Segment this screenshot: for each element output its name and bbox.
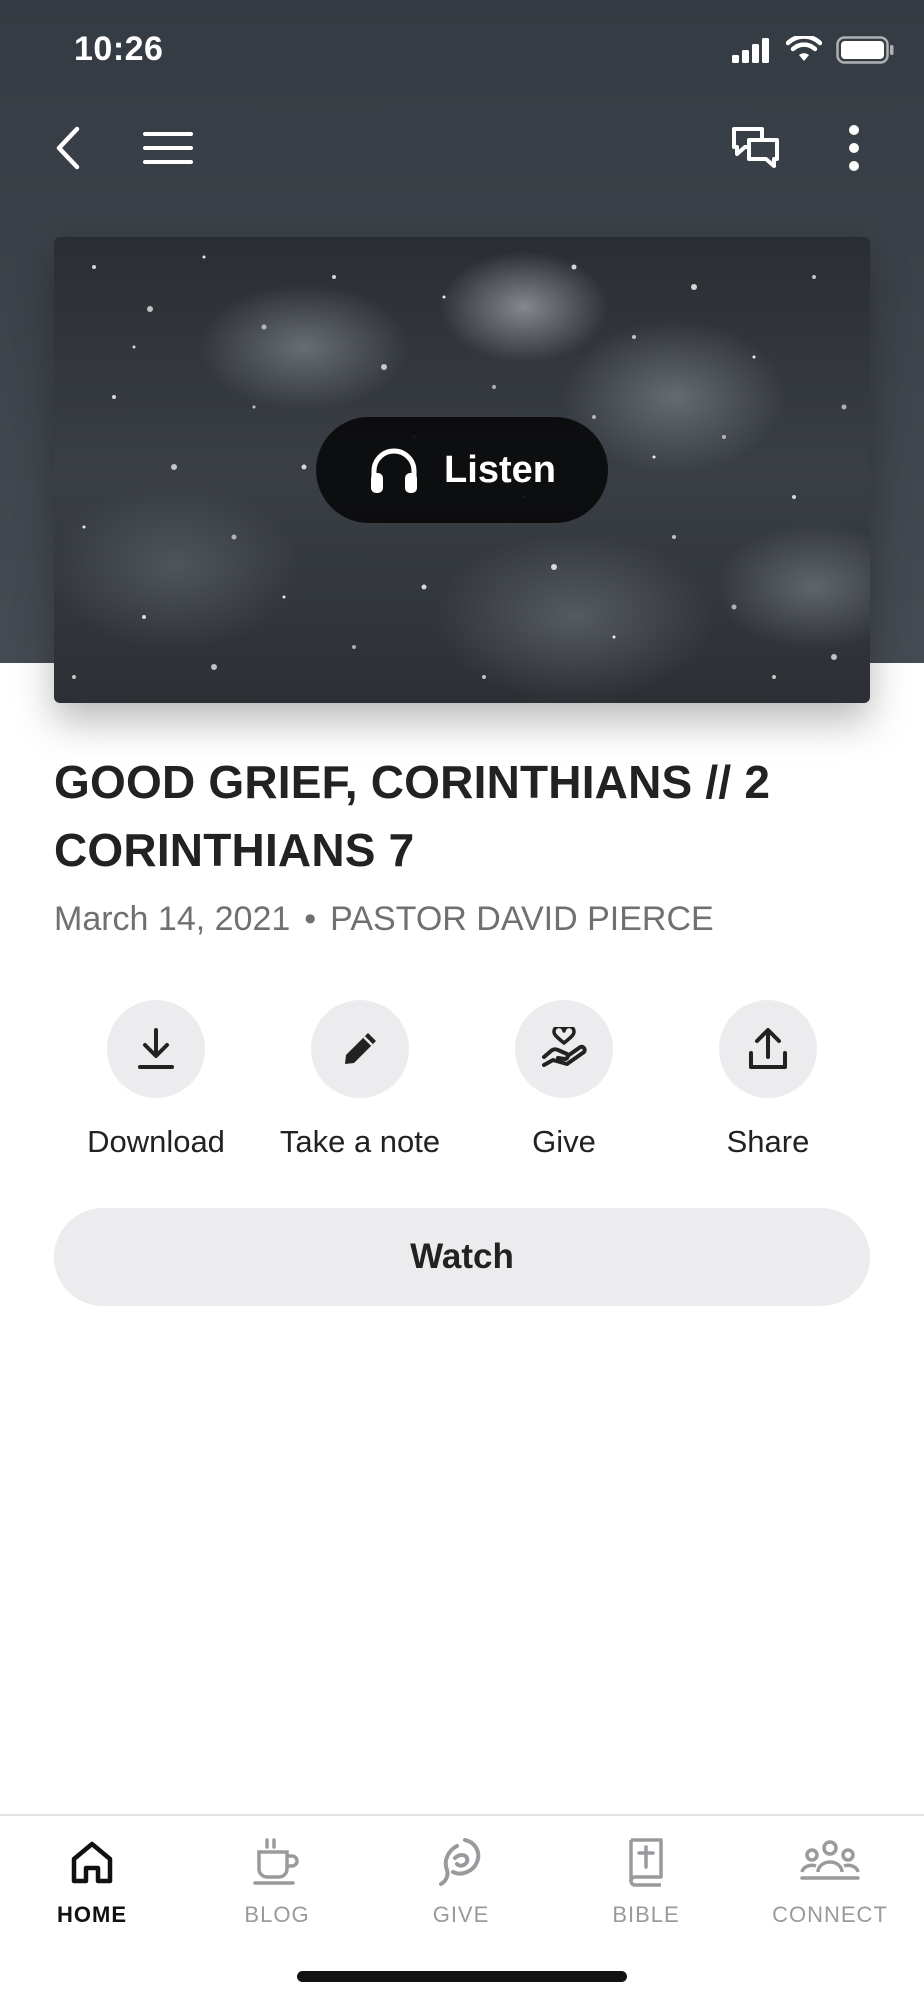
pencil-icon: [345, 1033, 376, 1064]
sermon-title: GOOD GRIEF, CORINTHIANS // 2 CORINTHIANS…: [54, 756, 771, 876]
tab-bible[interactable]: BIBLE: [554, 1834, 738, 1944]
top-navigation: [0, 110, 924, 186]
tab-connect-label: CONNECT: [772, 1902, 888, 1927]
status-icons: [732, 36, 894, 64]
give-button[interactable]: Give: [462, 1000, 666, 1170]
sermon-meta: March 14, 2021 • PASTOR DAVID PIERCE: [54, 900, 714, 939]
tab-bible-icon-wrap: [626, 1834, 666, 1890]
tab-home[interactable]: HOME: [0, 1834, 184, 1944]
watch-button[interactable]: Watch: [54, 1208, 870, 1306]
give-label: Give: [532, 1124, 596, 1159]
action-row: Download Take a note Give Share: [54, 1000, 870, 1170]
take-note-button[interactable]: Take a note: [258, 1000, 462, 1170]
hamburger-icon: [143, 132, 193, 164]
download-label: Download: [87, 1124, 225, 1159]
chat-button[interactable]: [718, 110, 794, 186]
coffee-cup-icon: [253, 1838, 299, 1885]
tab-blog-icon-wrap: [253, 1834, 301, 1890]
tab-home-icon-wrap: [70, 1834, 114, 1890]
battery-icon: [836, 36, 894, 64]
tab-connect-icon-wrap: [800, 1834, 860, 1890]
status-time: 10:26: [74, 30, 164, 68]
tab-give-label: GIVE: [432, 1902, 490, 1927]
sermon-date: March 14, 2021: [54, 900, 291, 938]
give-hand-icon: [439, 1838, 481, 1886]
tab-give[interactable]: GIVE: [369, 1834, 553, 1944]
give-circle: [515, 1000, 613, 1098]
more-options-button[interactable]: [816, 110, 892, 186]
sermon-artwork: Listen: [54, 237, 870, 703]
home-icon: [71, 1841, 113, 1884]
chat-bubbles-icon: [732, 127, 779, 168]
back-button[interactable]: [30, 110, 106, 186]
share-label: Share: [726, 1124, 810, 1159]
headphones-icon: [371, 448, 418, 493]
tab-connect[interactable]: CONNECT: [738, 1834, 922, 1944]
take-note-label: Take a note: [279, 1124, 441, 1159]
tab-give-icon-wrap: [437, 1834, 485, 1890]
tab-blog[interactable]: BLOG: [185, 1834, 369, 1944]
share-circle: [719, 1000, 817, 1098]
download-button[interactable]: Download: [54, 1000, 258, 1170]
bible-icon: [629, 1838, 663, 1887]
tab-blog-label: BLOG: [244, 1902, 310, 1927]
listen-label: Listen: [444, 448, 556, 491]
download-icon: [138, 1028, 174, 1069]
listen-button[interactable]: Listen: [316, 417, 608, 523]
share-icon: [749, 1028, 787, 1069]
home-indicator: [297, 1971, 627, 1982]
status-bar: 10:26: [0, 0, 924, 100]
note-circle: [311, 1000, 409, 1098]
tab-bible-label: BIBLE: [612, 1902, 680, 1927]
wifi-icon: [786, 36, 822, 61]
chevron-left-icon: [56, 126, 80, 170]
download-circle: [107, 1000, 205, 1098]
people-group-icon: [800, 1840, 860, 1880]
cellular-signal-icon: [732, 38, 769, 63]
sermon-speaker: PASTOR DAVID PIERCE: [330, 900, 714, 938]
menu-button[interactable]: [130, 110, 206, 186]
tab-home-label: HOME: [57, 1902, 127, 1927]
share-button[interactable]: Share: [666, 1000, 870, 1170]
hand-heart-icon: [542, 1027, 587, 1067]
meta-separator: •: [304, 900, 317, 938]
more-vertical-icon: [849, 125, 859, 171]
